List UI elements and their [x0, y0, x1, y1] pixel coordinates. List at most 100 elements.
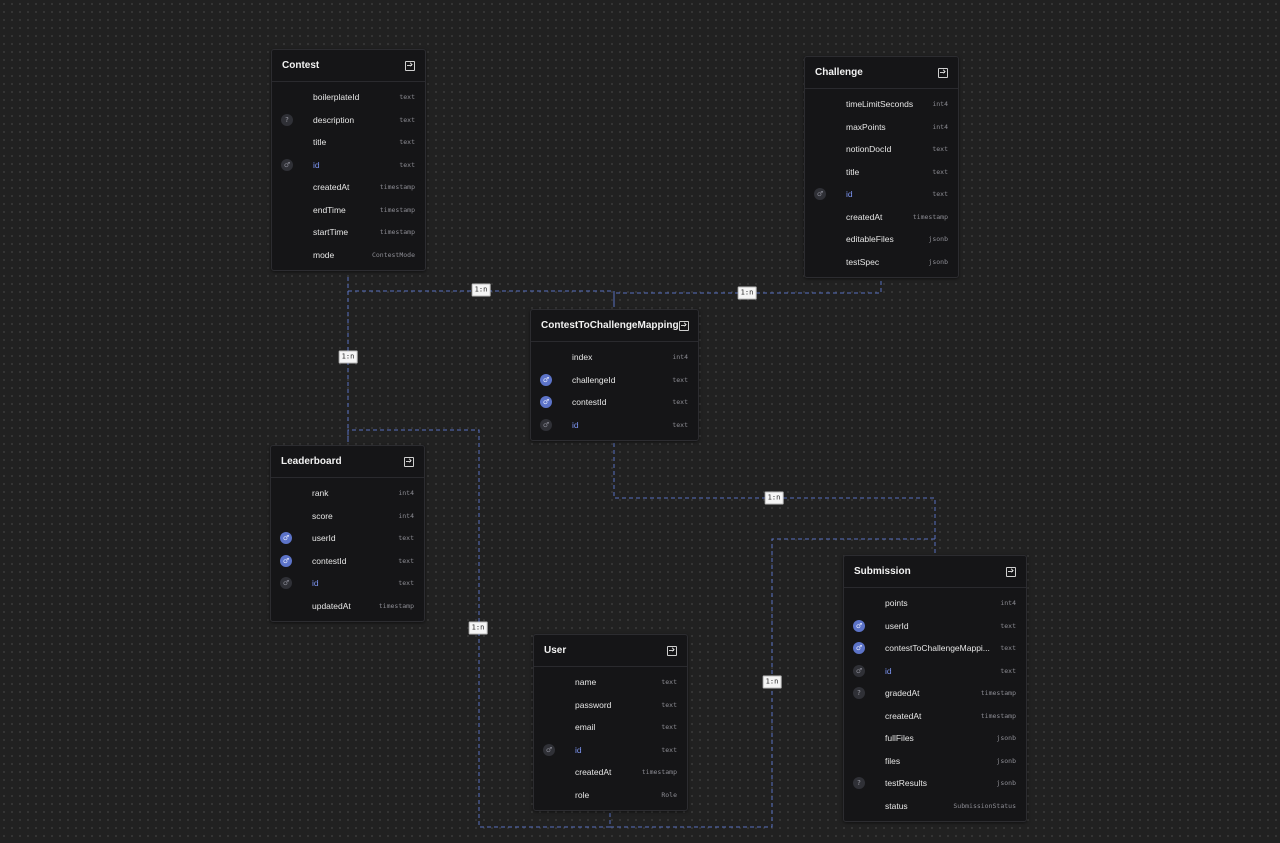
column-type: text — [661, 678, 677, 687]
column-row[interactable]: endTime timestamp — [272, 199, 425, 222]
column-row[interactable]: ? description text — [272, 109, 425, 132]
column-row[interactable]: mode ContestMode — [272, 244, 425, 267]
nullable-icon: ? — [853, 777, 865, 790]
column-type: text — [932, 190, 948, 199]
cardinality-label: 1:n — [737, 286, 757, 300]
table-contest[interactable]: Contest boilerplateId text? description tex… — [271, 49, 426, 271]
no-constraint-icon — [540, 351, 552, 363]
column-row[interactable]: testSpec jsonb — [805, 251, 958, 274]
column-row[interactable]: ♂ id text — [805, 183, 958, 206]
column-type: text — [398, 534, 414, 543]
column-type: text — [661, 723, 677, 732]
column-row[interactable]: ? testResults jsonb — [844, 772, 1026, 795]
column-row[interactable]: ♂ id text — [534, 739, 687, 762]
column-type: int4 — [932, 100, 948, 109]
column-name: startTime — [313, 227, 349, 238]
column-row[interactable]: createdAt timestamp — [844, 705, 1026, 728]
table-title: Challenge — [815, 67, 863, 78]
column-row[interactable]: ♂ userId text — [271, 527, 424, 550]
column-type: text — [399, 93, 415, 102]
column-row[interactable]: email text — [534, 716, 687, 739]
column-list: name text password text email text ♂ id text crea… — [534, 667, 687, 806]
column-row[interactable]: fullFiles jsonb — [844, 727, 1026, 750]
cardinality-label: 1:n — [338, 350, 358, 364]
column-row[interactable]: ♂ contestToChallengeMappi... text — [844, 637, 1026, 660]
column-row[interactable]: points int4 — [844, 592, 1026, 615]
no-constraint-icon — [814, 256, 826, 268]
open-table-icon[interactable] — [667, 645, 677, 656]
column-name: createdAt — [575, 767, 612, 778]
open-table-icon[interactable] — [404, 456, 414, 467]
no-constraint-icon — [853, 732, 865, 744]
column-row[interactable]: ♂ challengeId text — [531, 369, 698, 392]
column-row[interactable]: role Role — [534, 784, 687, 807]
column-row[interactable]: title text — [805, 161, 958, 184]
column-row[interactable]: createdAt timestamp — [805, 206, 958, 229]
column-row[interactable]: createdAt timestamp — [272, 176, 425, 199]
column-row[interactable]: ♂ userId text — [844, 615, 1026, 638]
column-type: text — [399, 115, 415, 124]
column-list: boilerplateId text? description text title te… — [272, 82, 425, 266]
no-constraint-icon — [853, 597, 865, 609]
table-header: Contest — [272, 50, 425, 82]
column-row[interactable]: ? gradedAt timestamp — [844, 682, 1026, 705]
column-row[interactable]: index int4 — [531, 346, 698, 369]
column-type: SubmissionStatus — [953, 801, 1016, 810]
column-row[interactable]: score int4 — [271, 505, 424, 528]
column-row[interactable]: ♂ contestId text — [531, 391, 698, 414]
column-row[interactable]: files jsonb — [844, 750, 1026, 773]
column-row[interactable]: title text — [272, 131, 425, 154]
column-type: timestamp — [641, 768, 677, 777]
open-table-icon[interactable] — [405, 60, 415, 71]
column-row[interactable]: notionDocId text — [805, 138, 958, 161]
column-list: rank int4 score int4 ♂ userId text ♂ contestId te… — [271, 478, 424, 617]
column-name: createdAt — [846, 211, 883, 222]
column-row[interactable]: startTime timestamp — [272, 221, 425, 244]
column-row[interactable]: createdAt timestamp — [534, 761, 687, 784]
column-type: jsonb — [928, 235, 948, 244]
column-row[interactable]: ♂ id text — [844, 660, 1026, 683]
open-table-icon[interactable] — [678, 320, 689, 331]
column-type: text — [661, 700, 677, 709]
column-type: jsonb — [996, 734, 1016, 743]
column-row[interactable]: updatedAt timestamp — [271, 595, 424, 618]
column-row[interactable]: ♂ id text — [272, 154, 425, 177]
open-table-icon[interactable] — [938, 67, 948, 78]
column-type: ContestMode — [371, 250, 415, 259]
column-type: text — [399, 160, 415, 169]
column-row[interactable]: ♂ contestId text — [271, 550, 424, 573]
primary-key-icon: ♂ — [853, 664, 865, 677]
table-user[interactable]: User name text password text email text ♂ id tex… — [533, 634, 688, 811]
nullable-icon: ? — [281, 113, 293, 126]
table-leaderboard[interactable]: Leaderboard rank int4 score int4 ♂ userId text… — [270, 445, 425, 622]
column-name: testSpec — [846, 256, 880, 267]
column-row[interactable]: timeLimitSeconds int4 — [805, 93, 958, 116]
column-name: title — [846, 166, 860, 177]
no-constraint-icon — [814, 233, 826, 245]
no-constraint-icon — [543, 699, 555, 711]
column-row[interactable]: boilerplateId text — [272, 86, 425, 109]
no-constraint-icon — [543, 721, 555, 733]
no-constraint-icon — [281, 181, 293, 193]
column-row[interactable]: rank int4 — [271, 482, 424, 505]
column-type: timestamp — [379, 205, 415, 214]
table-title: Contest — [282, 60, 320, 71]
column-name: id — [312, 578, 319, 589]
column-row[interactable]: name text — [534, 671, 687, 694]
column-row[interactable]: editableFiles jsonb — [805, 228, 958, 251]
column-name: password — [575, 699, 612, 710]
column-row[interactable]: maxPoints int4 — [805, 116, 958, 139]
column-row[interactable]: ♂ id text — [531, 414, 698, 437]
column-name: files — [885, 755, 901, 766]
column-name: status — [885, 800, 908, 811]
table-contest-to-challenge-mapping[interactable]: ContestToChallengeMapping index int4 ♂ chal… — [530, 309, 699, 441]
column-type: text — [1000, 644, 1016, 653]
column-row[interactable]: status SubmissionStatus — [844, 795, 1026, 818]
column-name: userId — [885, 620, 909, 631]
column-row[interactable]: ♂ id text — [271, 572, 424, 595]
open-table-icon[interactable] — [1006, 566, 1016, 577]
column-row[interactable]: password text — [534, 694, 687, 717]
table-submission[interactable]: Submission points int4 ♂ userId text ♂ contest… — [843, 555, 1027, 822]
no-constraint-icon — [814, 211, 826, 223]
table-challenge[interactable]: Challenge timeLimitSeconds int4 maxPoints i… — [804, 56, 959, 278]
